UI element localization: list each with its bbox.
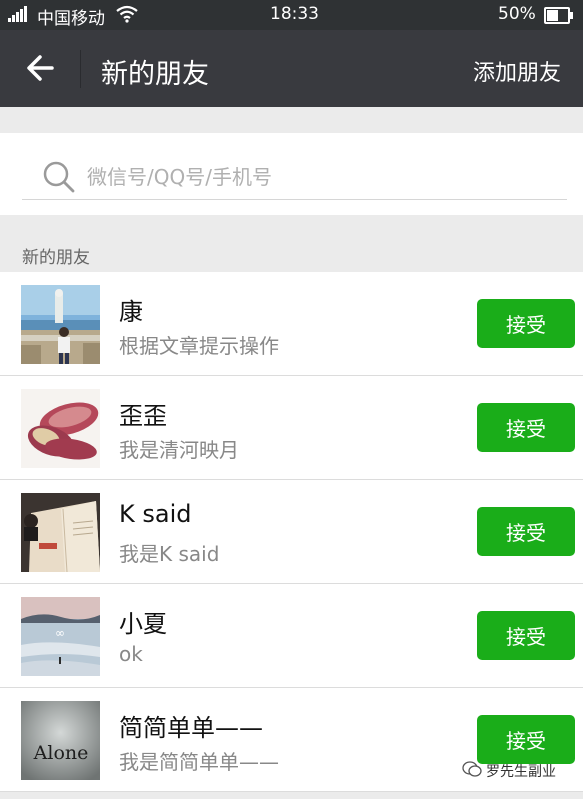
- friend-name: 简简单单——: [119, 714, 263, 742]
- status-bar: 中国移动 18:33 50%: [0, 0, 583, 30]
- avatar: [21, 389, 100, 468]
- battery-percent: 50%: [498, 4, 536, 24]
- friend-name: 康: [119, 298, 143, 326]
- avatar: [21, 285, 100, 364]
- friend-message: 我是清河映月: [119, 438, 239, 462]
- accept-button[interactable]: 接受: [477, 403, 575, 452]
- search-underline: [22, 199, 567, 200]
- friend-message: 我是K said: [119, 542, 220, 566]
- search-icon: [42, 160, 76, 194]
- friend-request-row[interactable]: 歪歪 我是清河映月 接受: [0, 376, 583, 480]
- avatar: ∞: [21, 597, 100, 676]
- title-divider: [80, 50, 81, 88]
- friend-message: 根据文章提示操作: [119, 334, 279, 358]
- svg-text:∞: ∞: [55, 626, 65, 640]
- add-friend-button[interactable]: 添加朋友: [473, 55, 561, 87]
- friend-request-row[interactable]: ∞ 小夏 ok 接受: [0, 584, 583, 688]
- watermark: 罗先生副业: [462, 761, 556, 781]
- accept-button[interactable]: 接受: [477, 507, 575, 556]
- friend-request-row[interactable]: 康 根据文章提示操作 接受: [0, 272, 583, 376]
- accept-button[interactable]: 接受: [477, 715, 575, 764]
- search-bar: [0, 133, 583, 215]
- arrow-left-icon[interactable]: [22, 50, 62, 86]
- friend-name: K said: [119, 500, 192, 528]
- friend-name: 小夏: [119, 610, 167, 638]
- accept-button[interactable]: 接受: [477, 611, 575, 660]
- wechat-icon: [462, 761, 482, 781]
- battery-icon: [544, 7, 573, 24]
- friend-message: ok: [119, 642, 143, 666]
- avatar: Alone: [21, 701, 100, 780]
- avatar: [21, 493, 100, 572]
- section-header: 新的朋友: [22, 248, 90, 268]
- search-input[interactable]: [87, 163, 517, 191]
- carrier-name: 中国移动: [37, 9, 105, 29]
- accept-button[interactable]: 接受: [477, 299, 575, 348]
- title-bar: 新的朋友 添加朋友: [0, 30, 583, 107]
- friend-message: 我是简简单单——: [119, 750, 279, 774]
- friend-request-list: 康 根据文章提示操作 接受 歪歪 我是清河映月 接受 K said 我是K sa…: [0, 272, 583, 792]
- signal-icon: [8, 6, 27, 22]
- page-title: 新的朋友: [101, 59, 209, 90]
- friend-request-row[interactable]: K said 我是K said 接受: [0, 480, 583, 584]
- clock: 18:33: [270, 4, 319, 24]
- watermark-text: 罗先生副业: [486, 764, 556, 780]
- friend-name: 歪歪: [119, 402, 167, 430]
- wifi-icon: [116, 5, 138, 28]
- avatar-text: Alone: [33, 742, 89, 764]
